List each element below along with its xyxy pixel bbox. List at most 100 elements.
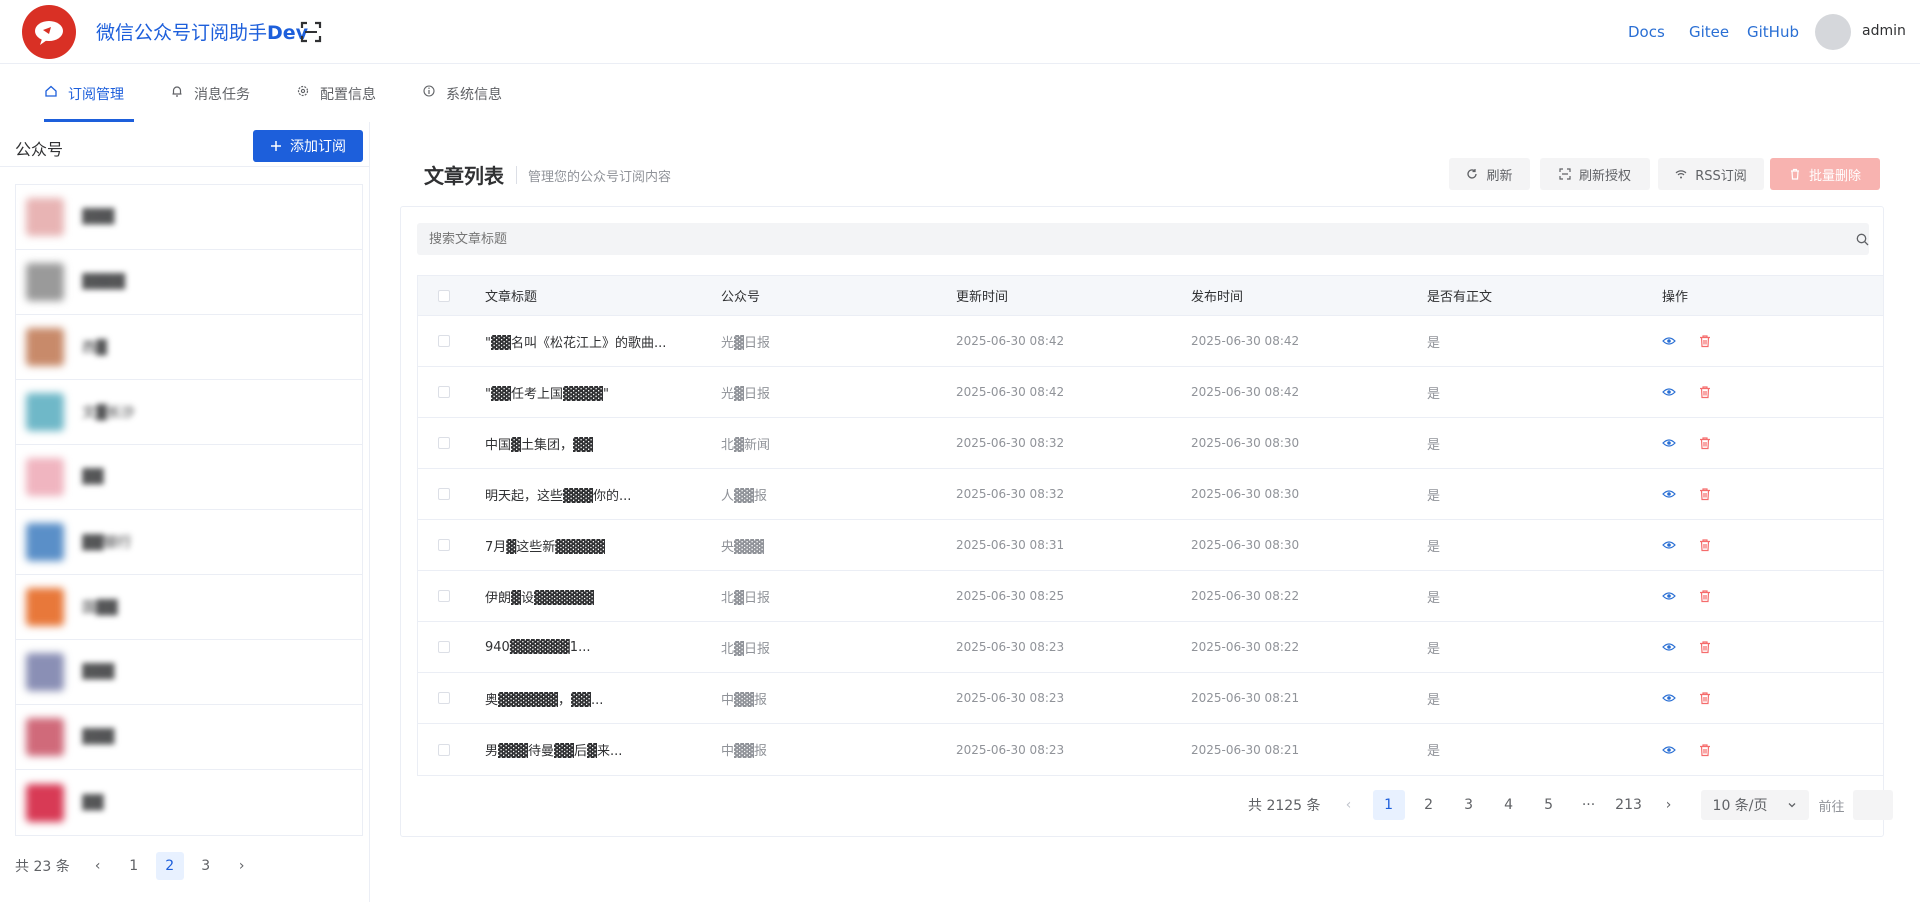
view-eye-icon[interactable]	[1662, 640, 1676, 654]
add-subscription-button[interactable]: 添加订阅	[253, 130, 363, 162]
search-icon[interactable]	[1856, 233, 1869, 246]
row-actions	[1662, 469, 1712, 519]
view-eye-icon[interactable]	[1662, 436, 1676, 450]
article-title[interactable]: 940▓▓▓▓▓▓1...	[485, 640, 590, 655]
page-button[interactable]: 1	[120, 852, 148, 880]
row-checkbox[interactable]	[438, 590, 450, 602]
page-button[interactable]: 5	[1533, 790, 1565, 820]
page-size-select[interactable]: 10 条/页	[1700, 790, 1809, 820]
avatar[interactable]	[1815, 14, 1851, 50]
gitee-link[interactable]: Gitee	[1689, 23, 1729, 41]
delete-trash-icon[interactable]	[1698, 436, 1712, 450]
account-item[interactable]: ▓▓▓	[16, 185, 362, 250]
article-title[interactable]: 中国▓土集团，▓▓	[485, 434, 593, 453]
account-item[interactable]: 文▓长沙	[16, 380, 362, 445]
docs-link[interactable]: Docs	[1628, 23, 1665, 41]
sidebar-title: 公众号	[15, 140, 64, 159]
view-eye-icon[interactable]	[1662, 589, 1676, 603]
github-link[interactable]: GitHub	[1747, 23, 1799, 41]
table-row: 940▓▓▓▓▓▓1... 北▓日报 2025-06-30 08:23 2025-06…	[418, 622, 1883, 673]
delete-trash-icon[interactable]	[1698, 589, 1712, 603]
account-item[interactable]: ▓▓▓	[16, 705, 362, 770]
page-button[interactable]: 4	[1493, 790, 1525, 820]
article-title[interactable]: 伊朗▓设▓▓▓▓▓▓	[485, 587, 594, 606]
tab-subscription[interactable]: 订阅管理	[44, 84, 134, 122]
delete-trash-icon[interactable]	[1698, 743, 1712, 757]
account-item[interactable]: ▓▓	[16, 445, 362, 510]
article-updated-time-cell: 2025-06-30 08:25	[956, 571, 1064, 621]
prev-page-button[interactable]: ‹	[84, 852, 112, 880]
article-source-cell: 中▓▓报	[721, 724, 767, 775]
row-select-cell	[438, 367, 450, 417]
goto-page-input[interactable]	[1852, 790, 1893, 820]
article-has-body-cell: 是	[1427, 673, 1440, 723]
row-select-cell	[438, 673, 450, 723]
next-page-button[interactable]: ›	[228, 852, 256, 880]
account-item[interactable]: ▓▓	[16, 770, 362, 835]
batch-delete-button[interactable]: 批量删除	[1770, 158, 1880, 190]
tab-message-tasks[interactable]: 消息任务	[170, 84, 270, 122]
row-checkbox[interactable]	[438, 743, 450, 756]
account-item[interactable]: 国▓▓	[16, 575, 362, 640]
page-button-current[interactable]: 2	[155, 852, 184, 880]
tab-config[interactable]: 配置信息	[296, 84, 396, 122]
delete-trash-icon[interactable]	[1698, 487, 1712, 501]
page-button[interactable]: 213	[1613, 790, 1645, 820]
view-eye-icon[interactable]	[1662, 691, 1676, 705]
refresh-button[interactable]: 刷新	[1449, 158, 1530, 190]
row-actions	[1662, 571, 1712, 621]
select-all-checkbox[interactable]	[438, 289, 450, 302]
search-input[interactable]	[417, 223, 1869, 255]
delete-trash-icon[interactable]	[1698, 640, 1712, 654]
delete-trash-icon[interactable]	[1698, 538, 1712, 552]
view-eye-icon[interactable]	[1662, 334, 1676, 348]
article-title[interactable]: 奥▓▓▓▓▓▓，▓▓...	[485, 689, 603, 708]
view-eye-icon[interactable]	[1662, 385, 1676, 399]
row-checkbox[interactable]	[438, 437, 450, 449]
account-item[interactable]: ▓▓银行	[16, 510, 362, 575]
account-item[interactable]: 西▓	[16, 315, 362, 380]
article-title-cell: 明天起，这些▓▓▓你的...	[485, 469, 631, 519]
article-total: 共 2125 条	[1248, 798, 1321, 814]
delete-trash-icon[interactable]	[1698, 691, 1712, 705]
page-button[interactable]: 2	[1413, 790, 1445, 820]
app-logo[interactable]	[22, 5, 76, 59]
account-item[interactable]: ▓▓▓	[16, 640, 362, 705]
refresh-auth-button[interactable]: 刷新授权	[1540, 158, 1650, 190]
prev-page-button[interactable]: ‹	[1333, 790, 1365, 820]
next-page-button[interactable]: ›	[1653, 790, 1685, 820]
article-updated-time: 2025-06-30 08:25	[956, 589, 1065, 603]
row-select-cell	[438, 724, 450, 775]
account-name: ▓▓▓	[82, 209, 115, 225]
row-checkbox[interactable]	[438, 335, 450, 347]
row-checkbox[interactable]	[438, 539, 450, 551]
article-title[interactable]: 7月▓这些新▓▓▓▓▓	[485, 536, 605, 555]
fullscreen-icon[interactable]	[300, 21, 322, 43]
row-checkbox[interactable]	[438, 386, 450, 398]
page-button[interactable]: 3	[1453, 790, 1485, 820]
view-eye-icon[interactable]	[1662, 487, 1676, 501]
delete-trash-icon[interactable]	[1698, 334, 1712, 348]
row-checkbox[interactable]	[438, 692, 450, 704]
table-row: 奥▓▓▓▓▓▓，▓▓... 中▓▓报 2025-06-30 08:23 2025-06…	[418, 673, 1883, 724]
page-button[interactable]: 3	[192, 852, 220, 880]
article-title[interactable]: "▓▓任考上国▓▓▓▓"	[485, 383, 609, 402]
article-title[interactable]: 男▓▓▓待曼▓▓后▓来...	[485, 740, 622, 759]
row-actions	[1662, 622, 1712, 672]
account-item[interactable]: ▓▓▓▓	[16, 250, 362, 315]
view-eye-icon[interactable]	[1662, 538, 1676, 552]
more-pages-button[interactable]: ···	[1573, 790, 1605, 820]
view-eye-icon[interactable]	[1662, 743, 1676, 757]
article-title[interactable]: 明天起，这些▓▓▓你的...	[485, 485, 631, 504]
article-title[interactable]: "▓▓名叫《松花江上》的歌曲...	[485, 332, 666, 351]
page-button-current[interactable]: 1	[1372, 790, 1405, 820]
delete-trash-icon[interactable]	[1698, 385, 1712, 399]
row-checkbox[interactable]	[438, 488, 450, 500]
account-name: 文▓长沙	[82, 405, 135, 421]
tab-system-info[interactable]: 系统信息	[422, 84, 522, 122]
table-row: 伊朗▓设▓▓▓▓▓▓ 北▓日报 2025-06-30 08:25 2025-06-30…	[418, 571, 1883, 622]
app-title-prefix: 微信公众号订阅助手	[96, 22, 268, 44]
rss-button[interactable]: RSS订阅	[1658, 158, 1764, 190]
username[interactable]: admin	[1862, 23, 1906, 39]
row-checkbox[interactable]	[438, 641, 450, 653]
